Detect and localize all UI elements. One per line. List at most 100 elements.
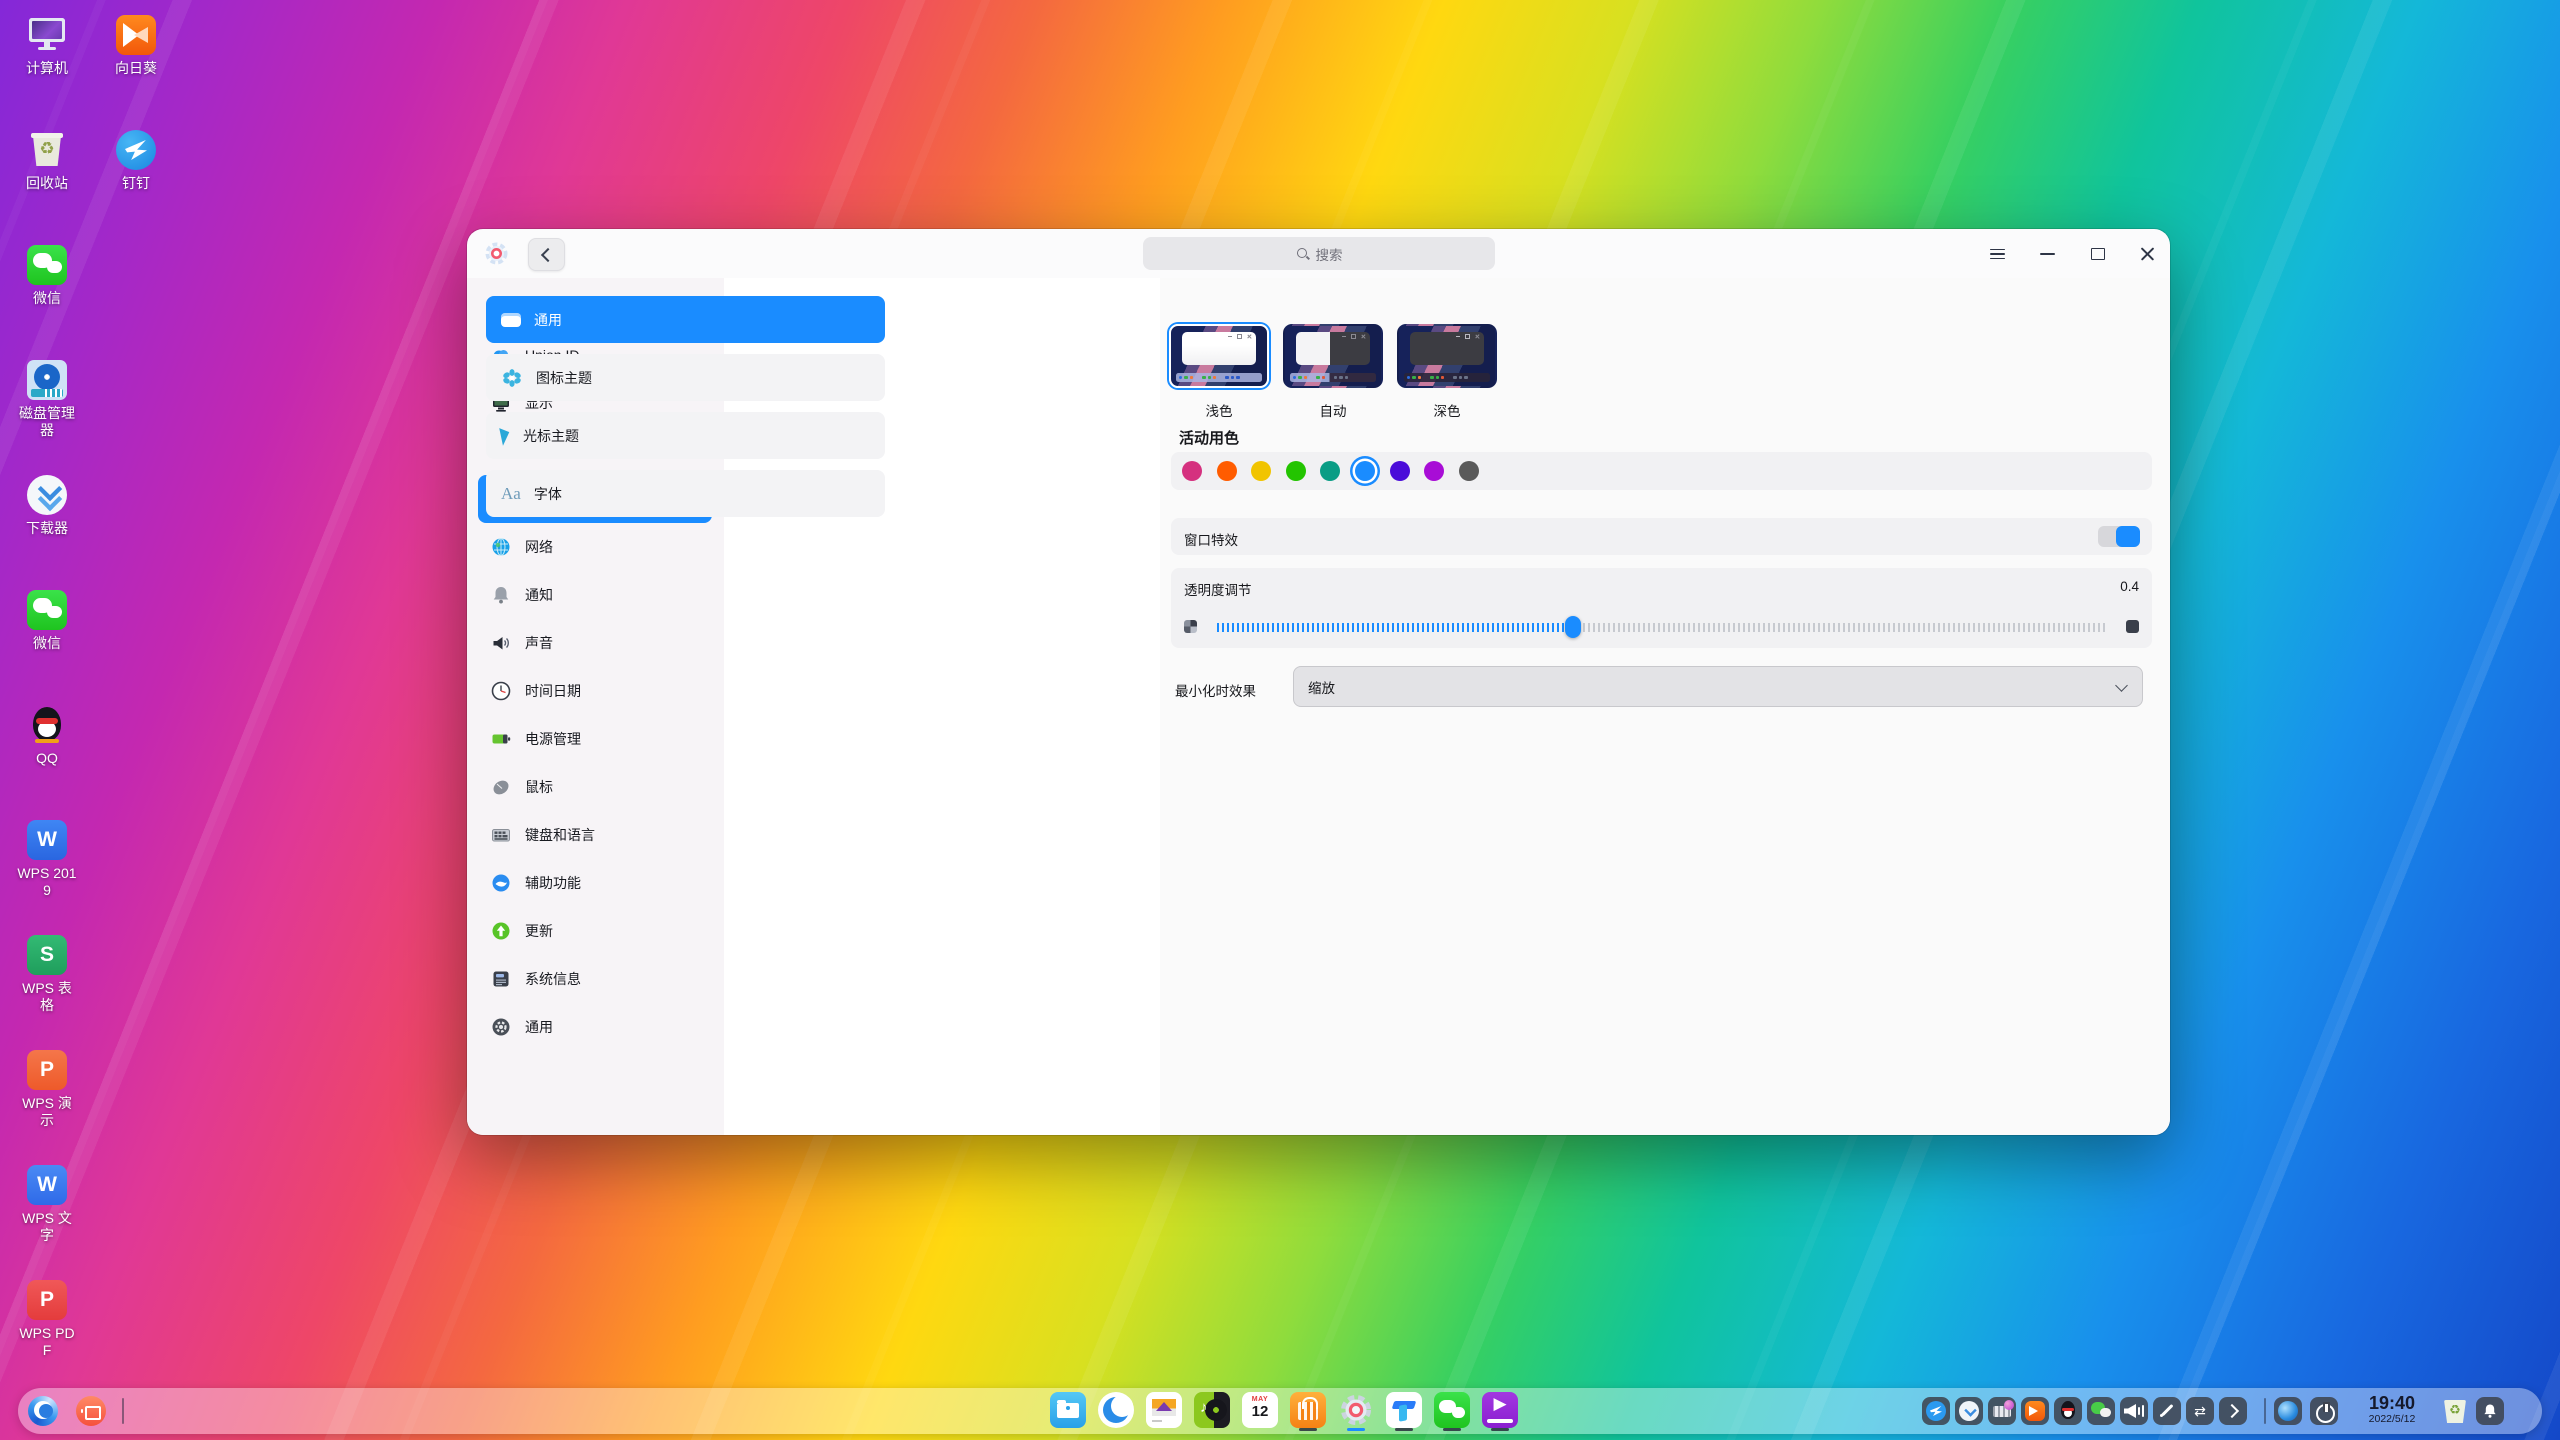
slider-track[interactable] xyxy=(1217,623,2106,632)
submenu-item-font[interactable]: Aa 字体 xyxy=(486,470,885,517)
taskbar-app-wechat[interactable] xyxy=(1434,1392,1470,1428)
minimize-effect-row: 最小化时效果 缩放 xyxy=(1171,666,2152,709)
transparency-slider[interactable] xyxy=(1217,616,2106,638)
tray-display-sphere[interactable] xyxy=(2274,1397,2302,1425)
launcher-button[interactable] xyxy=(28,1396,58,1426)
accent-swatch-yellow[interactable] xyxy=(1251,461,1271,481)
tray-network-sync[interactable]: ⇄ xyxy=(2186,1397,2214,1425)
taskbar-app-file-manager[interactable] xyxy=(1050,1392,1086,1428)
accent-swatch-pink[interactable] xyxy=(1182,461,1202,481)
sidebar-item-mouse[interactable]: 鼠标 xyxy=(478,763,712,811)
theme-option-auto[interactable] xyxy=(1283,324,1383,388)
sphere-icon xyxy=(2278,1401,2298,1421)
window-effect-toggle[interactable] xyxy=(2098,526,2140,547)
tray-wechat[interactable] xyxy=(2087,1397,2115,1425)
tray-trash[interactable]: ♻ xyxy=(2442,1397,2468,1425)
taskbar-app-music[interactable]: ♪ xyxy=(1194,1392,1230,1428)
desktop-icon-disk-manager[interactable]: 磁盘管理器 xyxy=(17,360,77,439)
tray-volume[interactable] xyxy=(2120,1397,2148,1425)
accent-swatch-green[interactable] xyxy=(1286,461,1306,481)
font-icon: Aa xyxy=(501,484,521,504)
update-icon xyxy=(490,920,512,942)
computer-icon xyxy=(27,15,67,55)
window-effect-label: 窗口特效 xyxy=(1184,529,1238,549)
desktop-icon-wechat[interactable]: 微信 xyxy=(17,245,77,307)
accent-swatch-violet[interactable] xyxy=(1424,461,1444,481)
bell-icon xyxy=(490,584,512,606)
desktop-icon-computer[interactable]: 计算机 xyxy=(17,15,77,77)
desktop-icon-trash[interactable]: ♻ 回收站 xyxy=(17,130,77,192)
desktop-icon-wps-writer[interactable]: W WPS 文字 xyxy=(17,1165,77,1244)
desktop-icon-dingtalk[interactable]: 钉钉 xyxy=(106,130,166,192)
toggle-knob xyxy=(2116,526,2140,547)
desktop-icon-label: 微信 xyxy=(17,290,77,307)
submenu-item-general[interactable]: 通用 xyxy=(486,296,885,343)
tray-notifications[interactable] xyxy=(2476,1397,2504,1425)
multitask-icon xyxy=(85,1406,101,1420)
sidebar-item-sound[interactable]: 声音 xyxy=(478,619,712,667)
sidebar-item-datetime[interactable]: 时间日期 xyxy=(478,667,712,715)
sidebar-item-keyboard-language[interactable]: 键盘和语言 xyxy=(478,811,712,859)
accent-color-row xyxy=(1171,452,2152,490)
accent-swatch-orange[interactable] xyxy=(1217,461,1237,481)
maximize-button[interactable] xyxy=(2082,239,2114,269)
sunlogin-icon xyxy=(116,15,156,55)
submenu-item-icon-theme[interactable]: 图标主题 xyxy=(486,354,885,401)
desktop-icon-downloader[interactable]: 下载器 xyxy=(17,475,77,537)
tray-screen-pen[interactable] xyxy=(2153,1397,2181,1425)
taskbar-app-todesk[interactable] xyxy=(1386,1392,1422,1428)
window-icon xyxy=(501,313,521,327)
accent-swatch-teal[interactable] xyxy=(1320,461,1340,481)
window-menu-button[interactable] xyxy=(1981,239,2013,269)
desktop-icon-wechat-2[interactable]: 微信 xyxy=(17,590,77,652)
accent-swatch-gray[interactable] xyxy=(1459,461,1479,481)
theme-option-label: 深色 xyxy=(1397,400,1497,420)
accent-swatch-blue-selected[interactable] xyxy=(1355,461,1375,481)
multitasking-view-button[interactable] xyxy=(76,1396,106,1426)
sidebar-item-system-info[interactable]: 系统信息 xyxy=(478,955,712,1003)
tray-shutdown[interactable] xyxy=(2310,1397,2338,1425)
transparency-label: 透明度调节 xyxy=(1184,579,1252,599)
tray-downloader[interactable] xyxy=(1955,1397,1983,1425)
sidebar-item-power[interactable]: 电源管理 xyxy=(478,715,712,763)
wechat-icon xyxy=(27,590,67,630)
theme-option-dark[interactable] xyxy=(1397,324,1497,388)
tray-expand[interactable] xyxy=(2219,1397,2247,1425)
desktop-icon-qq[interactable]: QQ xyxy=(17,705,77,767)
tray-sunlogin[interactable] xyxy=(2021,1397,2049,1425)
taskbar-app-control-center[interactable] xyxy=(1338,1392,1374,1428)
taskbar-app-movie-player[interactable]: ▶ xyxy=(1482,1392,1518,1428)
taskbar-app-image-viewer[interactable] xyxy=(1146,1392,1182,1428)
theme-option-light[interactable] xyxy=(1169,324,1269,388)
tray-qq[interactable] xyxy=(2054,1397,2082,1425)
tray-input-method[interactable] xyxy=(1988,1397,2016,1425)
accent-swatch-indigo[interactable] xyxy=(1390,461,1410,481)
desktop-icon-wps-presentation[interactable]: P WPS 演示 xyxy=(17,1050,77,1129)
desktop-icon-wps-sheets[interactable]: S WPS 表格 xyxy=(17,935,77,1014)
sidebar-item-notifications[interactable]: 通知 xyxy=(478,571,712,619)
wps-2019-icon: W xyxy=(27,820,67,860)
minimize-button[interactable] xyxy=(2031,239,2063,269)
close-button[interactable] xyxy=(2131,239,2163,269)
search-input[interactable]: 搜索 xyxy=(1143,237,1495,270)
sidebar-item-network[interactable]: 网络 xyxy=(478,523,712,571)
desktop-icon-wps2019[interactable]: W WPS 2019 xyxy=(17,820,77,899)
taskbar-app-browser[interactable] xyxy=(1098,1392,1134,1428)
minimize-effect-dropdown[interactable]: 缩放 xyxy=(1293,666,2143,707)
wechat-icon xyxy=(27,245,67,285)
back-button[interactable] xyxy=(528,238,565,271)
desktop-icon-wps-pdf[interactable]: P WPS PDF xyxy=(17,1280,77,1359)
desktop-icon-sunlogin[interactable]: 向日葵 xyxy=(106,15,166,77)
sidebar-item-general[interactable]: 通用 xyxy=(478,1003,712,1051)
sidebar-item-update[interactable]: 更新 xyxy=(478,907,712,955)
submenu-item-cursor-theme[interactable]: 光标主题 xyxy=(486,412,885,459)
taskbar-clock[interactable]: 19:40 2022/5/12 xyxy=(2344,1393,2440,1426)
taskbar-app-calendar[interactable]: MAY 12 xyxy=(1242,1392,1278,1428)
window-titlebar[interactable]: 搜索 xyxy=(467,229,2170,278)
battery-icon xyxy=(490,728,512,750)
sidebar-item-accessibility[interactable]: 辅助功能 xyxy=(478,859,712,907)
theme-preview-dock xyxy=(1404,373,1490,382)
slider-thumb[interactable] xyxy=(1565,616,1581,638)
taskbar-app-app-store[interactable] xyxy=(1290,1392,1326,1428)
tray-dingtalk[interactable] xyxy=(1922,1397,1950,1425)
